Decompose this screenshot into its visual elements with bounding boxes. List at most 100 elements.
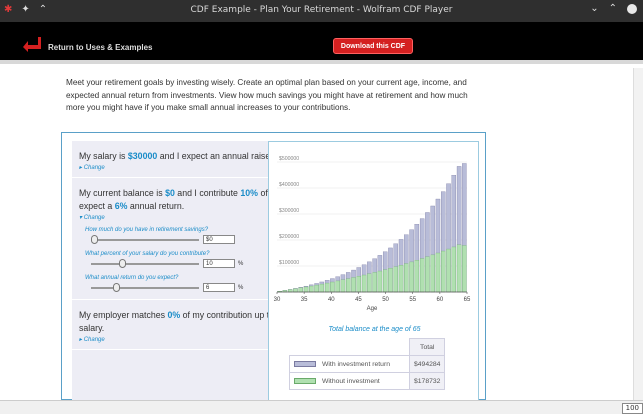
contribution-input[interactable]: 10 — [203, 259, 235, 268]
x-tick-label: 35 — [301, 297, 308, 303]
savings-input[interactable]: $0 — [203, 235, 235, 244]
chart-area: $100000 $200000 $300000 $400000 $500000 30 35 4… — [268, 141, 479, 401]
x-tick-label: 45 — [355, 297, 362, 303]
bar-without-return — [409, 261, 414, 293]
page-scrollbar[interactable] — [633, 68, 643, 400]
bar-without-return — [293, 288, 298, 293]
bar-without-return — [356, 276, 362, 293]
bar-without-return — [430, 254, 435, 293]
balance-value: $0 — [165, 188, 175, 198]
contribution-slider[interactable] — [91, 258, 199, 268]
table-row-label: Without investment — [289, 372, 410, 390]
results-table: Total With investment return $494284 Wit… — [289, 338, 446, 390]
salary-text-2: and I expect an annual raise of — [157, 151, 283, 161]
contribution-value: 10% — [240, 188, 258, 198]
bar-without-return — [451, 246, 457, 293]
bar-without-return — [446, 248, 451, 293]
minimize-icon[interactable]: ⌄ — [590, 3, 598, 14]
bar-without-return — [361, 274, 367, 293]
match-value: 0% — [167, 310, 181, 320]
download-button[interactable]: Download this CDF — [333, 38, 413, 54]
bar-without-return — [319, 283, 325, 293]
bar-without-return — [404, 263, 409, 293]
bar-without-return — [309, 285, 314, 293]
table-corner — [289, 338, 410, 356]
return-value: 6% — [114, 201, 128, 211]
x-tick-label: 65 — [464, 297, 471, 303]
bar-without-return — [456, 244, 462, 293]
main-content: Meet your retirement goals by investing … — [0, 68, 643, 401]
bar-without-return — [419, 258, 425, 293]
table-row: With investment return $494284 — [289, 355, 446, 373]
savings-slider-knob[interactable] — [91, 234, 98, 244]
with-return-label: With investment return — [322, 360, 390, 368]
salary-change-label[interactable]: Change — [84, 165, 105, 171]
bar-without-return — [382, 269, 388, 293]
with-return-value: $494284 — [408, 355, 446, 373]
balance-chart: $100000 $200000 $300000 $400000 $500000 30 35 4… — [274, 156, 471, 312]
maximize-icon[interactable]: ⌃ — [609, 3, 617, 14]
table-header-total: Total — [408, 338, 446, 356]
savings-slider[interactable] — [91, 234, 199, 244]
return-slider[interactable] — [91, 282, 199, 292]
bar-without-return — [462, 245, 467, 293]
balance-text-4: annual return. — [127, 201, 185, 211]
balance-text-1: My current balance is — [79, 188, 166, 198]
close-icon[interactable] — [627, 3, 637, 14]
bar-without-return — [414, 260, 420, 293]
y-tick-label: $300000 — [279, 208, 299, 214]
x-axis-label: Age — [367, 306, 378, 312]
return-link[interactable]: Return to Uses & Examples — [48, 43, 152, 52]
retirement-panel: My salary is $30000 and I expect an annu… — [61, 132, 486, 401]
x-tick-label: 60 — [437, 297, 444, 303]
return-slider-knob[interactable] — [113, 282, 120, 292]
bar-without-return — [324, 282, 330, 293]
contribution-pct: % — [238, 260, 244, 267]
employer-change-label[interactable]: Change — [84, 337, 105, 343]
table-row: Without investment $178732 — [289, 372, 446, 390]
without-return-value: $178732 — [408, 372, 446, 390]
salary-value: $30000 — [127, 151, 158, 161]
bar-without-return — [340, 279, 346, 293]
employer-text-2: of my contribution up to — [180, 310, 277, 320]
contribution-slider-knob[interactable] — [119, 258, 126, 268]
balance-change-label[interactable]: Change — [84, 215, 105, 221]
bar-without-return — [388, 268, 393, 293]
bar-without-return — [335, 280, 340, 293]
table-row-label: With investment return — [289, 355, 410, 373]
balance-text-2: and I contribute — [174, 188, 241, 198]
x-tick-label: 40 — [328, 297, 335, 303]
wolfram-header: Return to Uses & Examples Download this … — [0, 22, 643, 64]
table-header-row: Total — [289, 338, 446, 356]
bar-without-return — [377, 270, 383, 293]
without-return-swatch — [294, 377, 316, 384]
bar-without-return — [346, 278, 351, 293]
title-bar: ✱ ✦ ⌃ CDF Example - Plan Your Retirement… — [0, 0, 643, 22]
bar-without-return — [314, 284, 319, 293]
y-tick-label: $400000 — [279, 182, 299, 188]
bar-without-return — [372, 272, 377, 293]
window-title: CDF Example - Plan Your Retirement - Wol… — [190, 5, 453, 15]
bar-without-return — [330, 281, 335, 293]
back-arrow-icon[interactable] — [22, 36, 42, 52]
y-tick-label: $500000 — [279, 156, 299, 162]
window-controls: ⌄ ⌃ — [590, 3, 637, 14]
return-input[interactable]: 6 — [203, 283, 235, 292]
employer-text-1: My employer matches — [79, 310, 168, 320]
x-tick-label: 30 — [274, 297, 281, 303]
without-return-label: Without investment — [322, 377, 380, 385]
x-tick-label: 50 — [382, 297, 389, 303]
return-pct: % — [238, 284, 244, 291]
y-tick-label: $200000 — [279, 234, 299, 240]
intro-text: Meet your retirement goals by investing … — [66, 78, 468, 112]
bar-without-return — [435, 252, 441, 293]
zoom-level[interactable]: 100 — [621, 403, 643, 414]
y-tick-label: $100000 — [279, 260, 299, 266]
table-title: Total balance at the age of 65 — [328, 326, 421, 333]
bar-without-return — [367, 273, 372, 293]
bar-without-return — [425, 256, 430, 293]
x-tick-label: 55 — [409, 297, 416, 303]
bar-without-return — [393, 266, 398, 293]
with-return-swatch — [294, 360, 316, 367]
bar-without-return — [303, 286, 309, 293]
